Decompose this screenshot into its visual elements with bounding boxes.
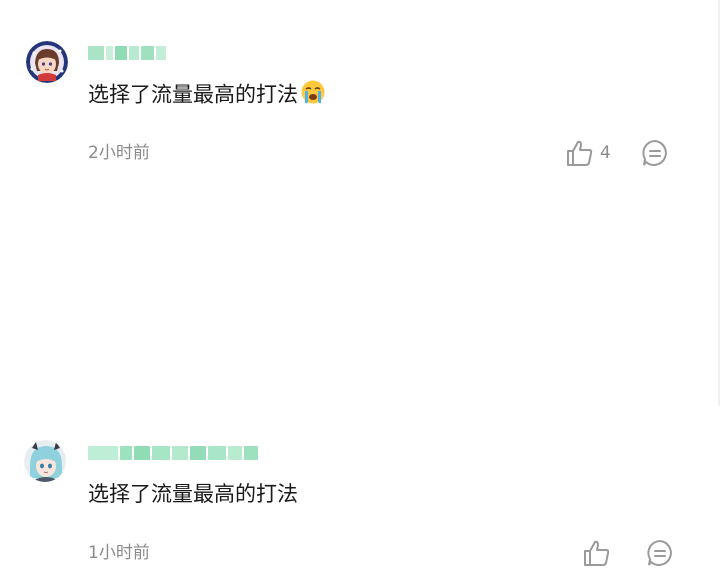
- timestamp: 1小时前: [88, 543, 150, 563]
- crying-face-emoji: [300, 79, 326, 112]
- timestamp: 2小时前: [88, 143, 150, 163]
- like-count: 4: [600, 143, 611, 163]
- reply-icon[interactable]: [645, 538, 675, 568]
- avatar[interactable]: [24, 440, 66, 482]
- comment-item: 选择了流量最高的打法 1小时前: [0, 200, 720, 566]
- reply-icon[interactable]: [640, 138, 670, 168]
- avatar[interactable]: [26, 41, 68, 83]
- comment-text: 选择了流量最高的打法: [88, 79, 326, 112]
- comment-text: 选择了流量最高的打法: [88, 482, 298, 506]
- thumbs-up-icon[interactable]: [565, 138, 595, 168]
- comment-item: 选择了流量最高的打法 2小时前 4: [0, 0, 720, 200]
- username-blurred[interactable]: [88, 443, 270, 463]
- username-blurred[interactable]: [88, 43, 166, 63]
- thumbs-up-icon[interactable]: [582, 538, 612, 568]
